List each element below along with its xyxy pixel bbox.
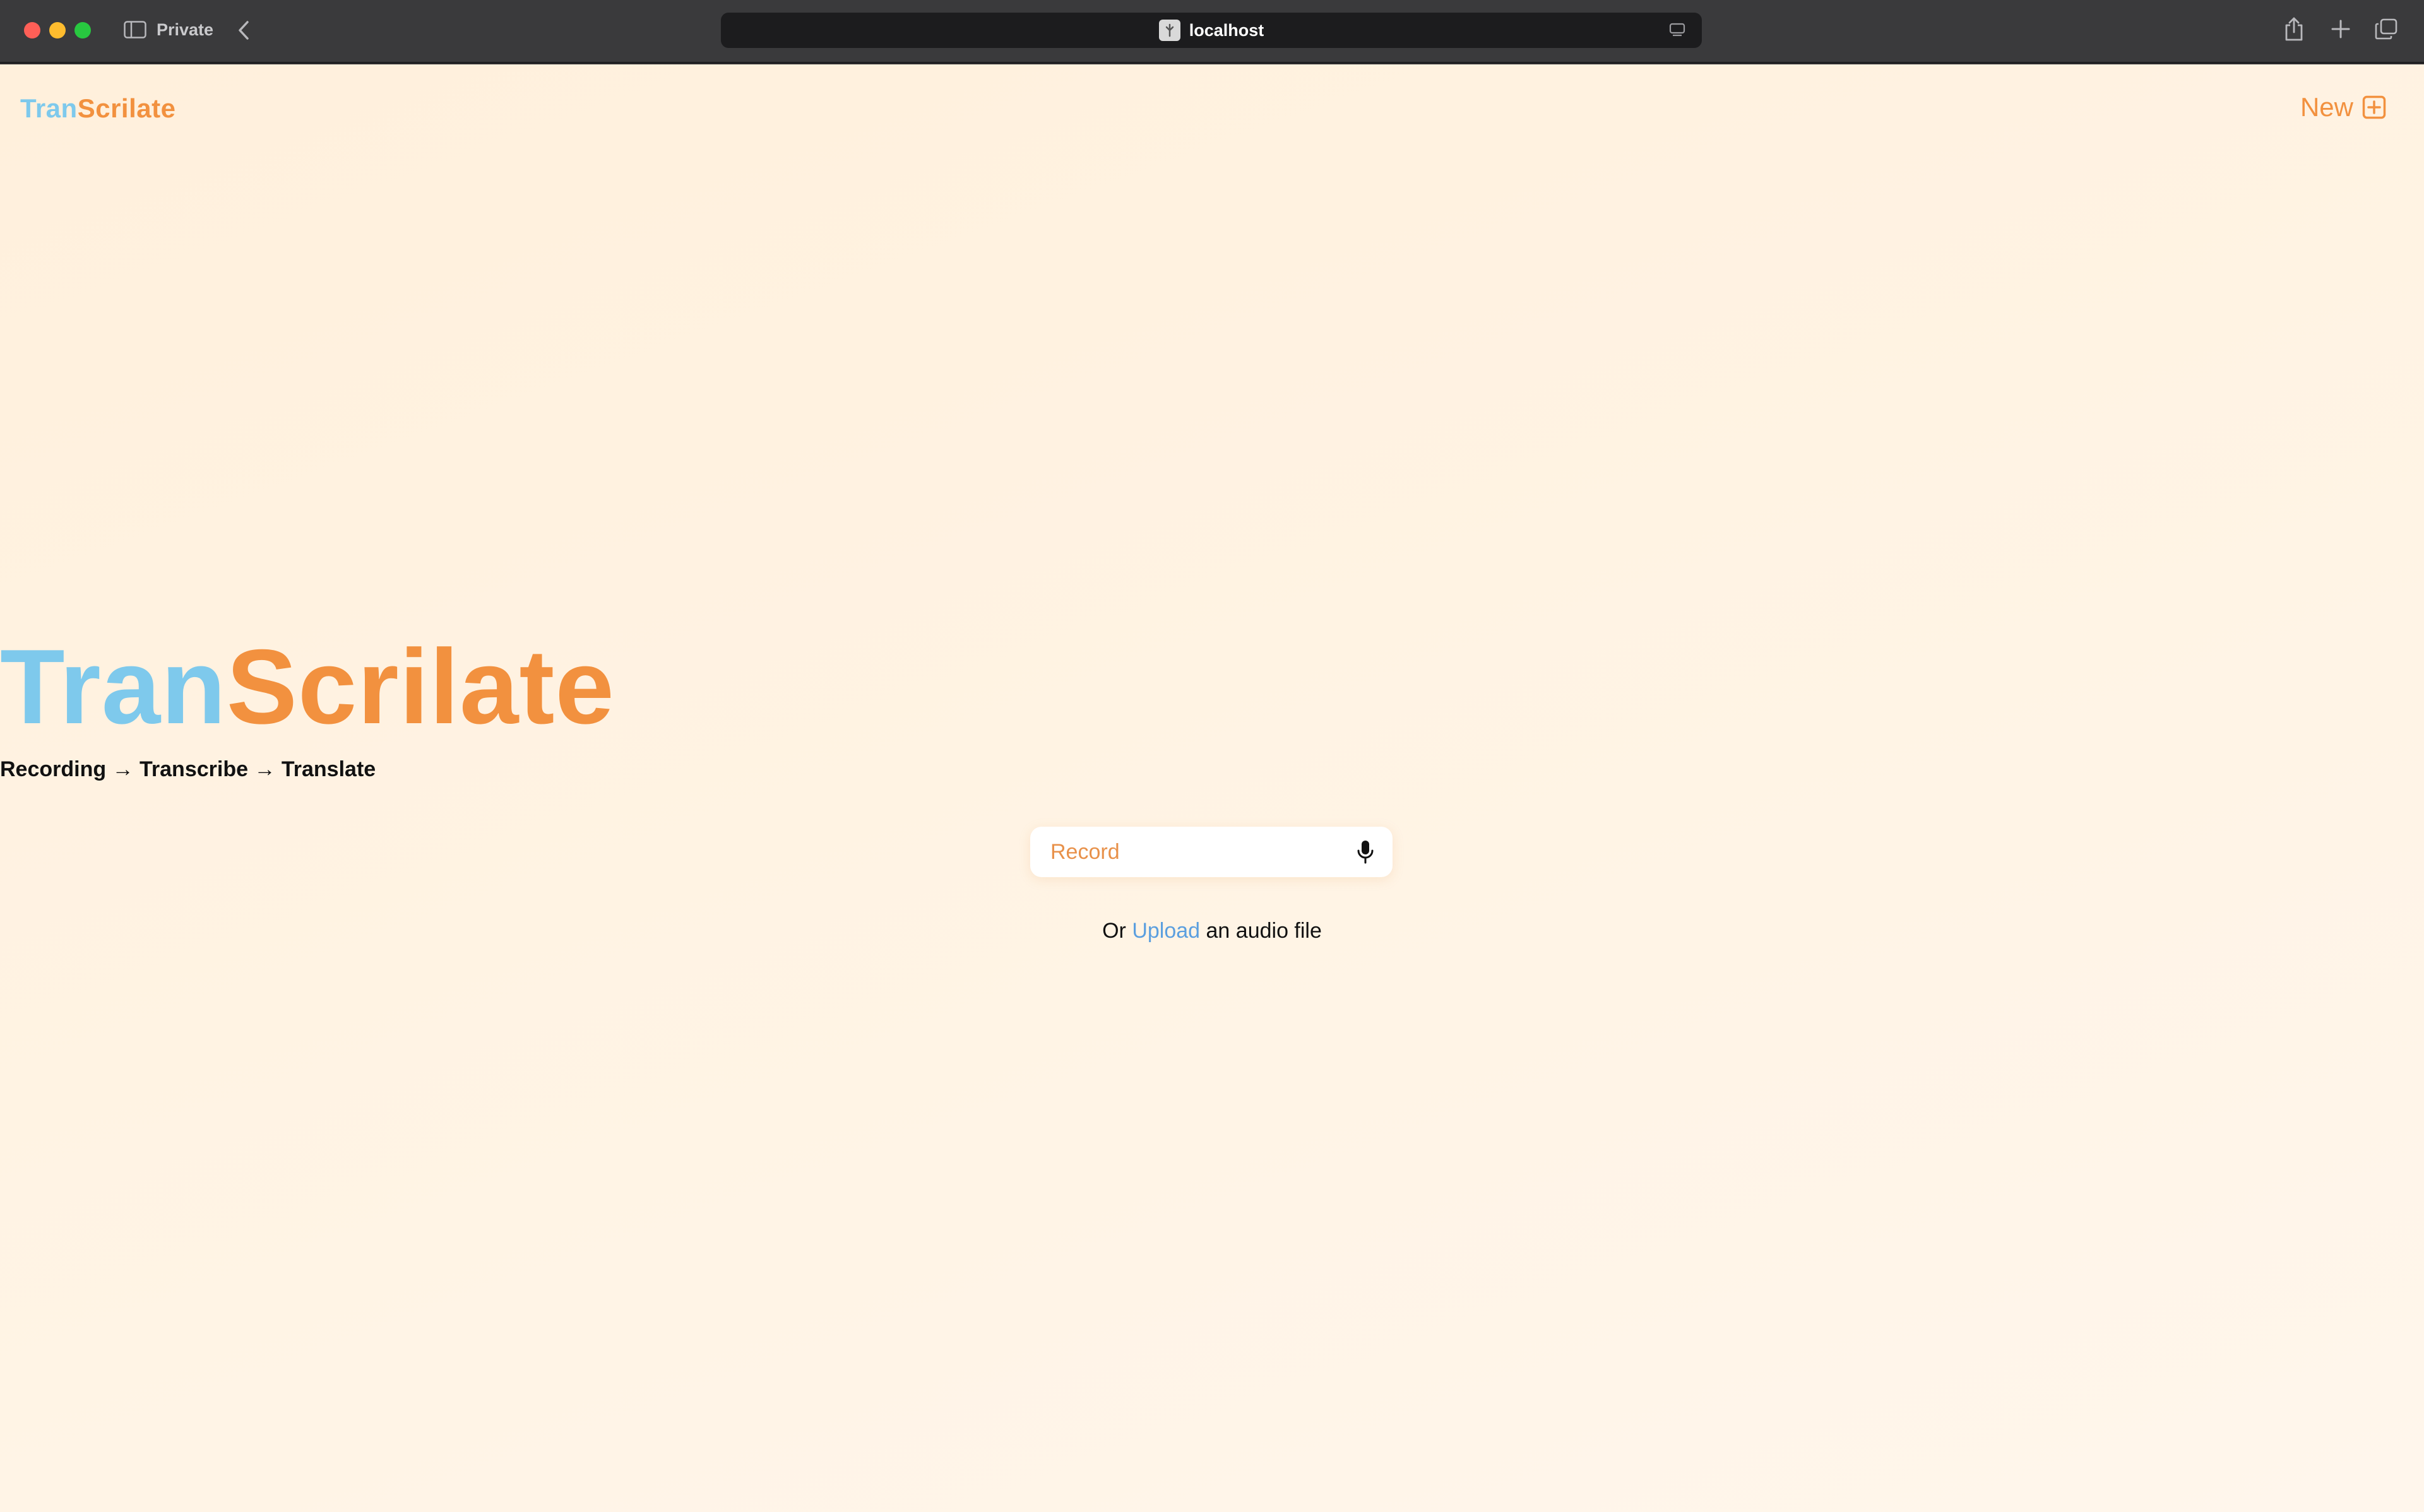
- plus-square-icon: [2362, 95, 2386, 119]
- tabs-overview-icon[interactable]: [2374, 16, 2399, 42]
- address-bar[interactable]: localhost: [721, 13, 1702, 48]
- hero-title-part2: Scrilate: [226, 627, 615, 746]
- hero-subtitle: Recording → Transcribe → Translate: [0, 757, 376, 781]
- upload-link[interactable]: Upload: [1132, 919, 1200, 943]
- hero-title: TranScrilate: [0, 634, 2424, 740]
- sidebar-icon[interactable]: [122, 19, 148, 40]
- zoom-window-button[interactable]: [74, 22, 91, 38]
- site-favicon-icon: [1158, 20, 1180, 41]
- address-text: localhost: [1189, 20, 1264, 40]
- header-logo[interactable]: TranScrilate: [20, 93, 175, 124]
- new-button[interactable]: New: [2300, 92, 2386, 122]
- share-icon[interactable]: [2281, 15, 2307, 43]
- close-window-button[interactable]: [24, 22, 40, 38]
- browser-toolbar: Private localhost: [0, 0, 2424, 63]
- new-button-label: New: [2300, 92, 2353, 122]
- minimize-window-button[interactable]: [49, 22, 66, 38]
- upload-prefix: Or: [1102, 919, 1132, 943]
- header-logo-part2: Scrilate: [77, 93, 176, 123]
- upload-suffix: an audio file: [1200, 919, 1322, 943]
- header-logo-part1: Tran: [20, 93, 78, 123]
- plus-icon[interactable]: [2328, 16, 2353, 42]
- page-content: TranScrilate New TranScrilate Recording …: [0, 64, 2424, 1512]
- microphone-icon: [1357, 841, 1374, 864]
- record-button[interactable]: Record: [1030, 827, 1393, 877]
- upload-prompt: Or Upload an audio file: [0, 919, 2424, 943]
- private-mode-label: Private: [157, 20, 214, 39]
- hero-title-part1: Tran: [0, 627, 227, 746]
- reader-icon[interactable]: [1668, 21, 1687, 40]
- record-label: Record: [1050, 839, 1120, 864]
- chevron-left-icon[interactable]: [231, 18, 256, 43]
